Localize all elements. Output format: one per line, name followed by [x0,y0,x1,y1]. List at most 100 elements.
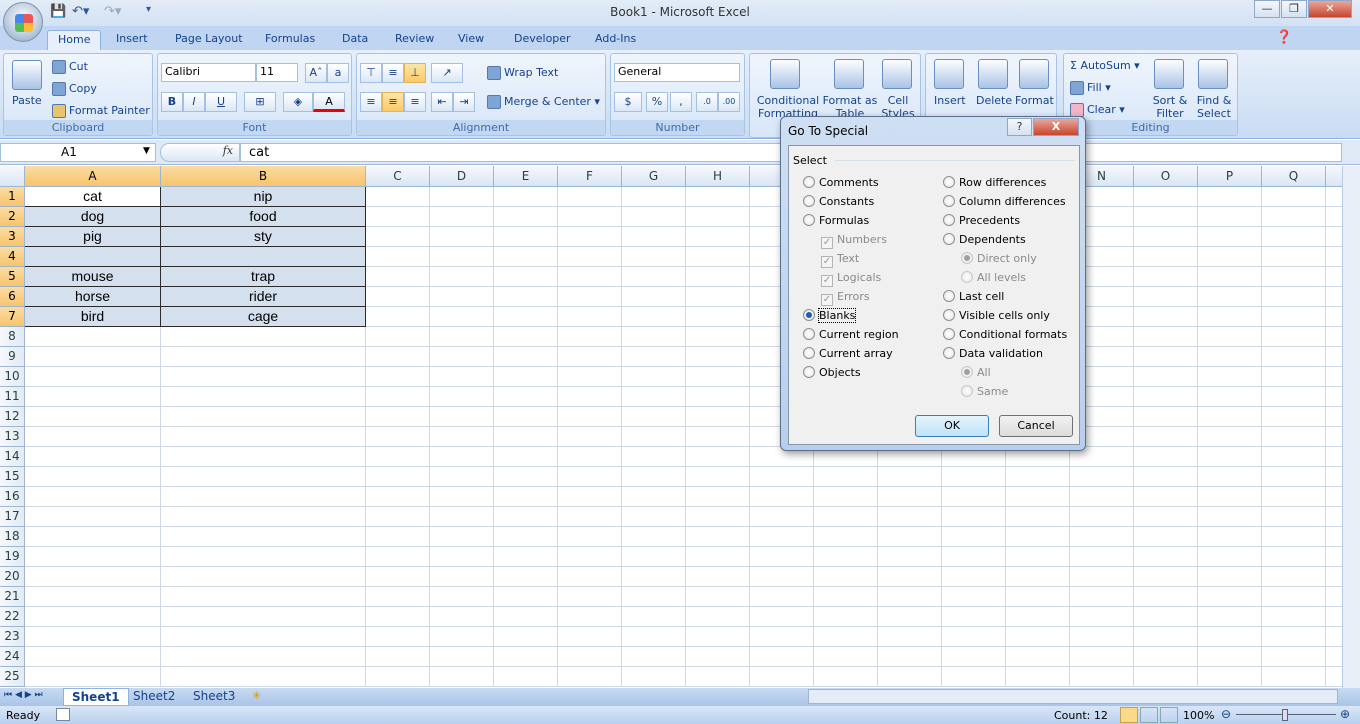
cell-a11[interactable] [25,387,161,407]
row-header-3[interactable]: 3 [0,227,25,247]
cell-f3[interactable] [558,227,622,247]
cell-b13[interactable] [161,427,366,447]
cell-g8[interactable] [622,327,686,347]
cell-n17[interactable] [1070,507,1134,527]
row-header-22[interactable]: 22 [0,607,25,627]
cell-l22[interactable] [942,607,1006,627]
cell-i22[interactable] [750,607,814,627]
increase-indent-button[interactable]: ⇥ [453,92,475,112]
cell-a17[interactable] [25,507,161,527]
cell-p2[interactable] [1198,207,1262,227]
close-window-button[interactable]: ✕ [1308,0,1352,18]
cell-o1[interactable] [1134,187,1198,207]
cell-d17[interactable] [430,507,494,527]
cell-q19[interactable] [1262,547,1326,567]
cell-k25[interactable] [878,667,942,687]
cell-n15[interactable] [1070,467,1134,487]
tab-review[interactable]: Review [385,30,444,50]
cell-d13[interactable] [430,427,494,447]
cell-q1[interactable] [1262,187,1326,207]
cell-f23[interactable] [558,627,622,647]
cell-f6[interactable] [558,287,622,307]
cell-c6[interactable] [366,287,430,307]
zoom-in-icon[interactable]: ⊕ [1340,707,1350,721]
cell-h4[interactable] [686,247,750,267]
cell-p6[interactable] [1198,287,1262,307]
currency-button[interactable]: $ [614,92,642,112]
clear-button[interactable]: Clear ▾ [1070,103,1125,117]
cell-f10[interactable] [558,367,622,387]
grow-font-button[interactable]: Aˆ [305,63,327,83]
cell-n19[interactable] [1070,547,1134,567]
cell-c9[interactable] [366,347,430,367]
cell-e19[interactable] [494,547,558,567]
cell-g13[interactable] [622,427,686,447]
insert-sheet-icon[interactable]: ✳ [252,689,261,702]
cell-o7[interactable] [1134,307,1198,327]
cell-e1[interactable] [494,187,558,207]
name-box-dropdown-icon[interactable]: ▼ [143,146,150,156]
radio-formulas[interactable]: Formulas [803,214,869,227]
cell-q22[interactable] [1262,607,1326,627]
name-box[interactable]: A1 [0,143,156,162]
cell-b1[interactable]: nip [161,187,366,207]
cell-e5[interactable] [494,267,558,287]
cell-m24[interactable] [1006,647,1070,667]
cell-j24[interactable] [814,647,878,667]
zoom-out-icon[interactable]: ⊖ [1221,707,1231,721]
cell-e21[interactable] [494,587,558,607]
cell-g5[interactable] [622,267,686,287]
tab-view[interactable]: View [448,30,494,50]
italic-button[interactable]: I [183,92,205,112]
zoom-level[interactable]: 100% [1183,709,1214,722]
cell-e24[interactable] [494,647,558,667]
worksheet-grid[interactable]: ABCDEFGHIJKLMNOPQ1catnip2dogfood3pigsty4… [0,166,1342,688]
cell-j20[interactable] [814,567,878,587]
column-header-p[interactable]: P [1198,166,1262,187]
cell-a15[interactable] [25,467,161,487]
row-header-25[interactable]: 25 [0,667,25,687]
cell-j15[interactable] [814,467,878,487]
wrap-text-button[interactable]: Wrap Text [487,66,558,80]
cell-b17[interactable] [161,507,366,527]
radio-comments[interactable]: Comments [803,176,879,189]
find-select-button[interactable]: Find & Select [1192,94,1236,120]
fill-button[interactable]: Fill ▾ [1070,81,1111,95]
cell-p13[interactable] [1198,427,1262,447]
cell-b16[interactable] [161,487,366,507]
cell-p21[interactable] [1198,587,1262,607]
cell-h8[interactable] [686,327,750,347]
cell-o22[interactable] [1134,607,1198,627]
cell-d25[interactable] [430,667,494,687]
underline-button[interactable]: U [205,92,237,112]
cell-l24[interactable] [942,647,1006,667]
cell-o15[interactable] [1134,467,1198,487]
cell-f22[interactable] [558,607,622,627]
cell-o4[interactable] [1134,247,1198,267]
cell-q8[interactable] [1262,327,1326,347]
office-button[interactable] [3,2,43,42]
cell-a5[interactable]: mouse [25,267,161,287]
number-format-select[interactable]: General [614,63,740,82]
cell-f13[interactable] [558,427,622,447]
cell-g18[interactable] [622,527,686,547]
cell-a4[interactable] [25,247,161,267]
cell-e8[interactable] [494,327,558,347]
cell-j25[interactable] [814,667,878,687]
cell-g17[interactable] [622,507,686,527]
cell-a18[interactable] [25,527,161,547]
cell-a21[interactable] [25,587,161,607]
cell-f7[interactable] [558,307,622,327]
row-header-23[interactable]: 23 [0,627,25,647]
cell-f11[interactable] [558,387,622,407]
cell-a22[interactable] [25,607,161,627]
cell-i24[interactable] [750,647,814,667]
cell-p18[interactable] [1198,527,1262,547]
row-header-5[interactable]: 5 [0,267,25,287]
cell-h3[interactable] [686,227,750,247]
radio-blanks[interactable]: Blanks [803,308,857,323]
cell-q5[interactable] [1262,267,1326,287]
cell-a8[interactable] [25,327,161,347]
autosum-button[interactable]: Σ AutoSum ▾ [1070,59,1140,72]
cell-a24[interactable] [25,647,161,667]
